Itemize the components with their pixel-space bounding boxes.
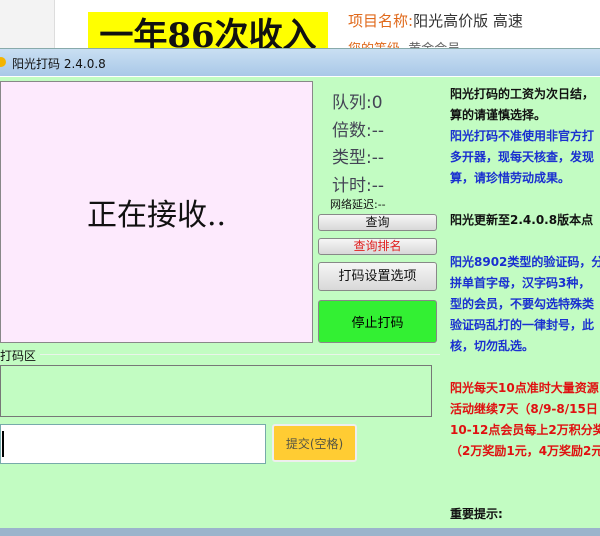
notice-line: 重要提示: [450, 507, 503, 521]
notice-line [450, 483, 600, 504]
title-bar[interactable]: 阳光打码 2.4.0.8 [0, 48, 600, 76]
notice-line: 验证码乱打的一律封号，此 [450, 318, 595, 332]
project-value: 阳光高价版 高速 [413, 12, 523, 30]
captcha-display: 正在接收.. [0, 81, 313, 343]
submit-label: 提交(空格) [285, 436, 344, 451]
receiving-status: 正在接收.. [86, 198, 227, 233]
submit-button[interactable]: 提交(空格) [272, 424, 357, 462]
query-button[interactable]: 查询 [318, 214, 437, 231]
group-divider [40, 354, 440, 355]
multiplier-stat: 倍数:-- [332, 121, 384, 141]
notice-line: 算，请珍惜劳动成果。 [450, 171, 571, 185]
notice-line: 阳光每天10点准时大量资源 [450, 381, 599, 395]
notice-line: 10-12点会员每上2万积分奖 [450, 423, 600, 437]
timer-stat: 计时:-- [332, 176, 384, 196]
code-area-box [0, 365, 432, 417]
notice-line: （2万奖励1元，4万奖励2元 [450, 444, 600, 458]
app-icon [0, 57, 6, 67]
notice-line: 活动继续7天（8/9-8/15日 [450, 402, 598, 416]
notice-line: 阳光打码不准使用非官方打 [450, 129, 595, 143]
settings-button[interactable]: 打码设置选项 [318, 262, 437, 291]
webpage-sidebar [0, 0, 55, 48]
notice-line: 型的会员，不要勾选特殊类 [450, 297, 595, 311]
type-stat: 类型:-- [332, 148, 384, 168]
notice-line: 阳光8902类型的验证码，分 [450, 255, 600, 269]
taskbar-edge [0, 528, 600, 536]
stop-label: 停止打码 [351, 316, 404, 331]
notice-line [450, 462, 600, 483]
window-title: 阳光打码 2.4.0.8 [12, 57, 106, 71]
query-rank-button[interactable]: 查询排名 [318, 238, 437, 255]
notice-line: 多开器，现每天核查，发现 [450, 150, 595, 164]
notice-line: 算的请谨慎选择。 [450, 108, 547, 122]
notice-line [450, 231, 600, 252]
notice-line: 阳光更新至2.4.0.8版本点 [450, 213, 594, 227]
code-input[interactable] [0, 424, 266, 464]
project-name: 项目名称:阳光高价版 高速 [348, 10, 523, 31]
banner-image: 一年86次收入 [88, 12, 328, 52]
notice-line: 拼单首字母，汉字码3种， [450, 276, 591, 290]
notice-line: 核，切勿乱选。 [450, 339, 535, 353]
notice-line [450, 189, 600, 210]
notice-line: 阳光打码的工资为次日结， [450, 87, 595, 101]
text-caret [2, 431, 4, 457]
notice-line [450, 357, 600, 378]
project-label: 项目名称: [348, 12, 414, 30]
notice-panel: 阳光打码的工资为次日结， 算的请谨慎选择。阳光打码不准使用非官方打 多开器，现每天核… [450, 84, 600, 525]
queue-stat: 队列:0 [332, 93, 383, 113]
latency-stat: 网络延迟:-- [330, 198, 386, 211]
code-area-label: 打码区 [0, 349, 37, 363]
stop-button[interactable]: 停止打码 [318, 300, 437, 343]
